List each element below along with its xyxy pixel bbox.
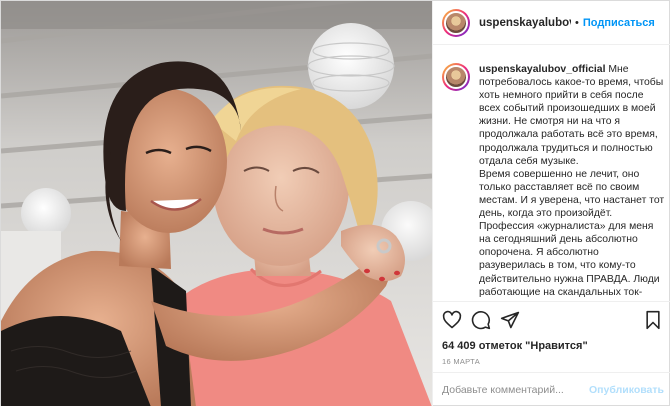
post-photo[interactable] [1,1,432,406]
separator-dot: • [575,16,579,29]
comment-icon[interactable] [471,310,491,330]
bookmark-icon[interactable] [643,310,663,330]
username-link[interactable]: uspenskayalubov [479,17,571,29]
photo-illustration [1,1,432,406]
comment-input[interactable] [442,381,592,399]
post-side-panel: uspenskayalubov • Подписаться uspenskaya… [432,1,670,406]
instagram-post: uspenskayalubov • Подписаться uspenskaya… [0,0,670,406]
caption-text: uspenskayalubov_official Мне потребовало… [479,63,670,299]
comment-form: Опубликовать [433,372,670,406]
post-header: uspenskayalubov • Подписаться [433,1,670,45]
action-bar [433,301,670,337]
heart-icon[interactable] [442,310,462,330]
follow-button[interactable]: Подписаться [583,17,655,29]
avatar[interactable] [442,8,470,37]
caption: uspenskayalubov_official Мне потребовало… [433,63,670,300]
share-icon[interactable] [500,310,520,330]
caption-avatar[interactable] [442,63,470,91]
caption-paragraph-2: Время совершенно не лечит, оно только ра… [479,168,665,298]
caption-paragraph-1: Мне потребовалось какое-то время, чтобы … [479,64,664,167]
post-date[interactable]: 16 МАРТА [442,357,480,366]
caption-username-link[interactable]: uspenskayalubov_official [479,64,605,75]
likes-count[interactable]: 64 409 отметок "Нравится" [442,340,588,352]
publish-button[interactable]: Опубликовать [589,384,664,396]
